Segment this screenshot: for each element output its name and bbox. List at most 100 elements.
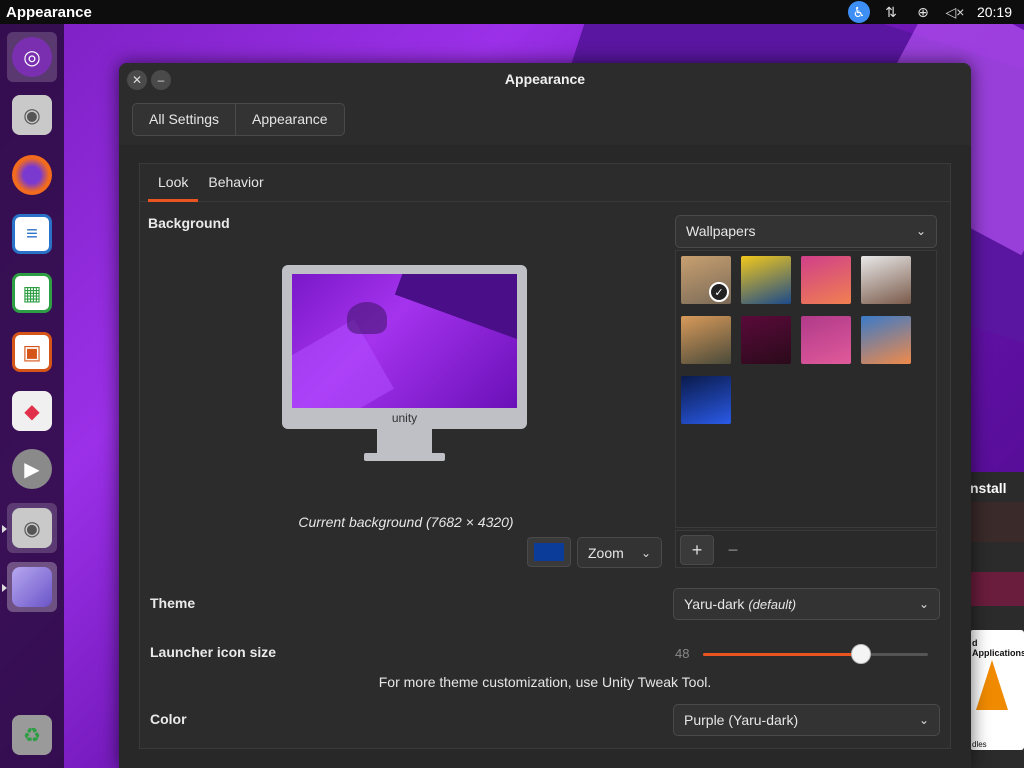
- current-background-caption: Current background (7682 × 4320): [298, 514, 514, 530]
- slider-handle[interactable]: [850, 644, 871, 664]
- tab-behavior[interactable]: Behavior: [198, 164, 273, 202]
- wallpaper-thumbnail[interactable]: ✓: [681, 256, 731, 304]
- list-row-selected: [968, 572, 1024, 606]
- launcher-item-firefox[interactable]: [7, 150, 57, 200]
- wallpaper-thumbnail[interactable]: [681, 376, 731, 424]
- app-card[interactable]: d Applications dles: [970, 630, 1024, 750]
- wallpaper-thumbnail[interactable]: [861, 316, 911, 364]
- wallpaper-source-select[interactable]: Wallpapers ⌄: [675, 215, 937, 248]
- breadcrumb-appearance[interactable]: Appearance: [236, 104, 344, 135]
- software-store-icon: ◆: [12, 391, 52, 431]
- window-title: Appearance: [504, 71, 586, 87]
- appearance-notebook: Look Behavior Background unity Current b…: [139, 163, 951, 749]
- launcher: ◎ ◉ ≡ ▦ ▣ ◆ ▶ ◉ ♻: [0, 24, 64, 768]
- globe-icon: ⊕: [917, 3, 929, 20]
- minus-icon: −: [727, 539, 739, 560]
- launcher-item-software[interactable]: ◆: [7, 386, 57, 436]
- background-mode-select[interactable]: Zoom ⌄: [577, 537, 662, 568]
- wallpaper-thumbnail[interactable]: [801, 316, 851, 364]
- window-titlebar[interactable]: ✕ – Appearance: [119, 63, 971, 97]
- keyboard-layout-indicator[interactable]: ⊕: [907, 0, 939, 24]
- plus-icon: +: [691, 539, 703, 560]
- settings-icon: ▶: [12, 449, 52, 489]
- monitor-neck: [377, 429, 432, 455]
- card-title: d Applications: [972, 638, 1024, 658]
- theme-select[interactable]: Yaru-dark (default) ⌄: [673, 588, 940, 620]
- install-label: nstall: [970, 480, 1007, 496]
- remove-wallpaper-button[interactable]: −: [716, 535, 750, 565]
- slider-fill: [703, 653, 861, 656]
- ubuntu-logo-icon: ◎: [12, 37, 52, 77]
- launcher-item-installer[interactable]: ◉: [2, 503, 57, 553]
- running-indicator-icon: [2, 584, 7, 592]
- disk-icon: ◉: [12, 95, 52, 135]
- app-menu-title[interactable]: Appearance: [0, 4, 92, 21]
- tab-bar: Look Behavior: [140, 164, 950, 202]
- network-indicator[interactable]: ⇅: [875, 0, 907, 24]
- chevron-down-icon: ⌄: [915, 224, 926, 238]
- background-label: Background: [148, 215, 230, 231]
- theme-default-suffix: (default): [748, 597, 797, 612]
- breadcrumb: All Settings Appearance: [132, 103, 345, 136]
- breadcrumb-all-settings[interactable]: All Settings: [133, 104, 237, 135]
- card-footer: dles: [972, 740, 987, 749]
- monitor-frame: unity: [282, 265, 527, 429]
- system-tray: ♿ ⇅ ⊕ ◁× 20:19: [843, 0, 1024, 24]
- tweak-tool-hint: For more theme customization, use Unity …: [378, 674, 712, 690]
- color-value: Purple (Yaru-dark): [684, 712, 799, 728]
- launcher-icon-size-value: 48: [675, 646, 690, 661]
- launcher-item-files[interactable]: [2, 562, 57, 612]
- background-color-button[interactable]: [527, 537, 571, 567]
- launcher-item-impress[interactable]: ▣: [7, 327, 57, 377]
- launcher-icon-size-label: Launcher icon size: [150, 644, 277, 660]
- monitor-foot: [364, 453, 445, 461]
- background-preview: unity: [282, 265, 527, 463]
- wallpaper-grid: ✓: [675, 250, 937, 528]
- jellyfish-shape: [347, 302, 387, 334]
- running-indicator-icon: [2, 525, 7, 533]
- settings-content: Look Behavior Background unity Current b…: [119, 145, 971, 768]
- launcher-item-calc[interactable]: ▦: [7, 268, 57, 318]
- writer-icon: ≡: [12, 214, 52, 254]
- color-swatch-fill: [534, 543, 564, 561]
- wallpaper-thumbnail[interactable]: [861, 256, 911, 304]
- theme-value: Yaru-dark: [684, 596, 745, 612]
- preview-shape: [394, 274, 517, 350]
- chevron-down-icon: ⌄: [918, 597, 929, 611]
- wallpaper-thumbnail[interactable]: [681, 316, 731, 364]
- color-select[interactable]: Purple (Yaru-dark) ⌄: [673, 704, 940, 736]
- selected-check-icon: ✓: [709, 282, 729, 302]
- volume-muted-icon: ◁×: [945, 3, 965, 20]
- list-row: [968, 502, 1024, 542]
- clock[interactable]: 20:19: [971, 4, 1024, 20]
- color-label: Color: [150, 711, 187, 727]
- wallpaper-thumbnail[interactable]: [741, 256, 791, 304]
- launcher-item-unity[interactable]: ◎: [7, 32, 57, 82]
- trash-icon: ♻: [12, 715, 52, 755]
- files-icon: [12, 567, 52, 607]
- launcher-item-disk[interactable]: ◉: [7, 90, 57, 140]
- tab-look[interactable]: Look: [148, 164, 199, 202]
- background-window[interactable]: nstall d Applications dles: [968, 472, 1024, 768]
- wallpaper-thumbnail[interactable]: [741, 316, 791, 364]
- launcher-item-writer[interactable]: ≡: [7, 209, 57, 259]
- top-panel: Appearance ♿ ⇅ ⊕ ◁× 20:19: [0, 0, 1024, 24]
- installer-icon: ◉: [12, 508, 52, 548]
- network-icon: ⇅: [885, 3, 897, 20]
- firefox-icon: [12, 155, 52, 195]
- sound-indicator[interactable]: ◁×: [939, 0, 971, 24]
- chevron-down-icon: ⌄: [640, 546, 651, 560]
- wallpaper-thumbnail[interactable]: [801, 256, 851, 304]
- theme-label: Theme: [150, 595, 196, 611]
- launcher-icon-size-slider[interactable]: [703, 644, 928, 664]
- vlc-cone-icon: [976, 660, 1008, 710]
- preview-screen: [292, 274, 517, 408]
- launcher-item-trash[interactable]: ♻: [7, 710, 57, 760]
- wallpaper-source-value: Wallpapers: [686, 223, 756, 239]
- add-wallpaper-button[interactable]: +: [680, 535, 714, 565]
- impress-icon: ▣: [12, 332, 52, 372]
- accessibility-indicator[interactable]: ♿: [843, 0, 875, 24]
- calc-icon: ▦: [12, 273, 52, 313]
- launcher-item-settings[interactable]: ▶: [7, 444, 57, 494]
- wallpaper-toolbar: + −: [675, 530, 937, 568]
